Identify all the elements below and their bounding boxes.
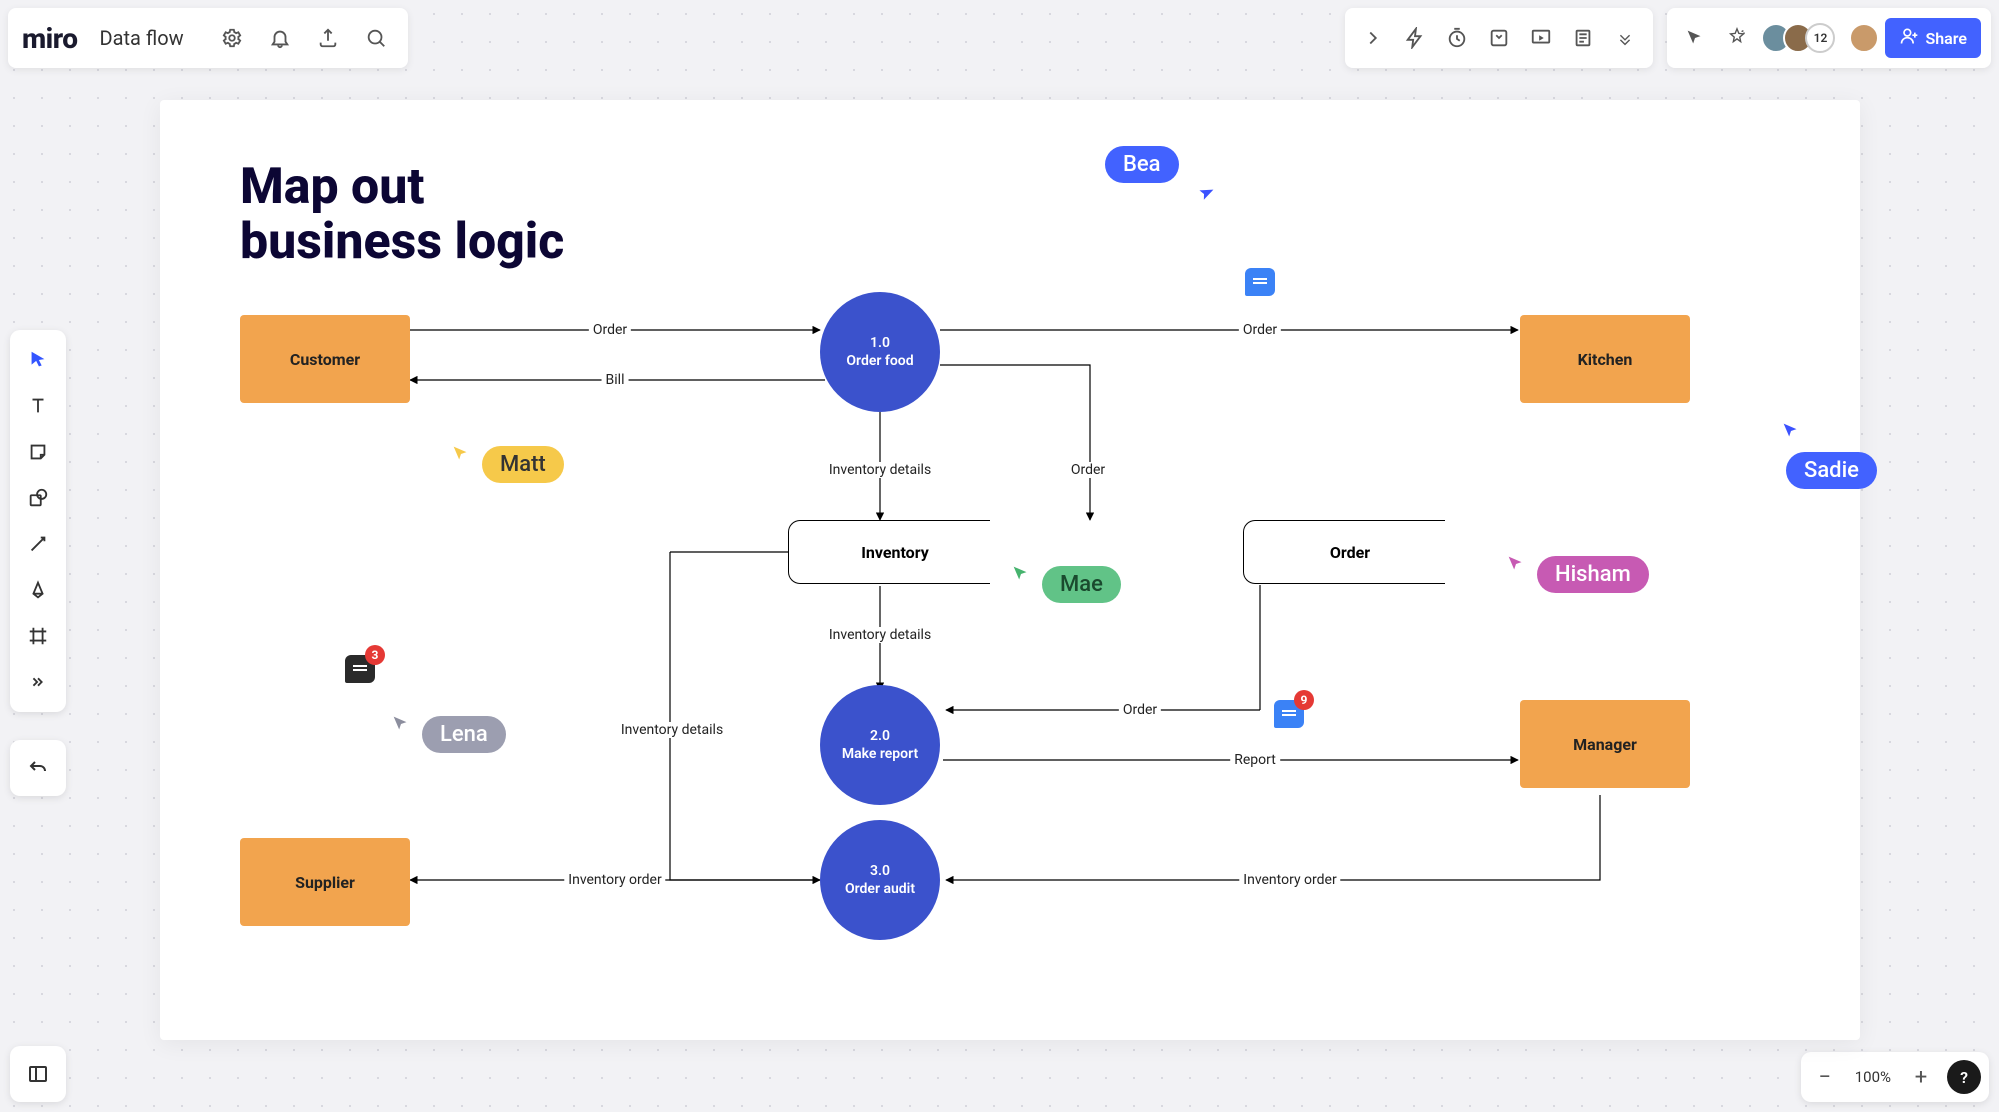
help-button[interactable]: ?	[1947, 1060, 1981, 1094]
shape-tool[interactable]	[18, 478, 58, 518]
process-id: 3.0	[870, 862, 890, 880]
miro-logo[interactable]: miro	[22, 22, 78, 55]
avatar-overflow[interactable]: 12	[1805, 23, 1835, 53]
comment-icon[interactable]: 3	[345, 655, 375, 683]
cursor-mae: Mae	[1010, 560, 1115, 597]
cursor-sadie: Sadie	[1780, 420, 1871, 483]
edge-label: Inventory order	[1239, 872, 1340, 888]
frame-tool[interactable]	[18, 616, 58, 656]
comment-badge: 9	[1294, 690, 1314, 710]
cursor-hisham: Hisham	[1505, 550, 1643, 587]
process-order-food[interactable]: 1.0 Order food	[820, 292, 940, 412]
node-manager[interactable]: Manager	[1520, 700, 1690, 788]
edge-label: Report	[1230, 752, 1280, 768]
sticky-tool[interactable]	[18, 432, 58, 472]
edge-label: Inventory details	[825, 462, 935, 478]
zoom-controls: − 100% + ?	[1801, 1052, 1989, 1102]
reactions-icon[interactable]	[1719, 20, 1755, 56]
edge-label: Inventory details	[617, 722, 727, 738]
board-name-text: Data flow	[100, 26, 184, 50]
edge-label: Order	[589, 322, 631, 338]
avatar-self[interactable]	[1849, 23, 1879, 53]
edge-label: Order	[1067, 462, 1109, 478]
line-tool[interactable]	[18, 524, 58, 564]
select-tool[interactable]	[18, 340, 58, 380]
cursor-label: Hisham	[1537, 556, 1649, 593]
zoom-in[interactable]: +	[1905, 1061, 1937, 1093]
edge-label: Order	[1239, 322, 1281, 338]
edge-label: Bill	[602, 372, 629, 388]
node-customer[interactable]: Customer	[240, 315, 410, 403]
cursor-label: Matt	[482, 446, 564, 483]
canvas-title: Map out business logic	[240, 160, 564, 270]
text-tool[interactable]	[18, 386, 58, 426]
avatar-stack[interactable]: 12	[1761, 23, 1835, 53]
cursor-label: Bea	[1105, 146, 1179, 183]
apps-panel	[1345, 8, 1653, 68]
topbar-left: miro Data flow	[8, 8, 408, 68]
share-button[interactable]: Share	[1885, 18, 1981, 58]
process-id: 2.0	[870, 727, 890, 745]
zoom-out[interactable]: −	[1809, 1061, 1841, 1093]
panel-toggle[interactable]	[10, 1046, 66, 1102]
process-label: Order food	[846, 352, 913, 370]
settings-icon[interactable]	[214, 20, 250, 56]
search-icon[interactable]	[358, 20, 394, 56]
left-toolbar	[10, 330, 66, 712]
pen-tool[interactable]	[18, 570, 58, 610]
node-kitchen[interactable]: Kitchen	[1520, 315, 1690, 403]
process-make-report[interactable]: 2.0 Make report	[820, 685, 940, 805]
cursor-share-icon[interactable]	[1677, 20, 1713, 56]
timer-icon[interactable]	[1439, 20, 1475, 56]
frame-icon[interactable]	[1481, 20, 1517, 56]
comment-icon[interactable]	[1245, 268, 1275, 296]
edge-label: Order	[1119, 702, 1161, 718]
cursor-label: Lena	[422, 716, 506, 753]
more-apps-icon[interactable]	[1607, 20, 1643, 56]
export-icon[interactable]	[310, 20, 346, 56]
process-id: 1.0	[870, 334, 890, 352]
cursor-label: Mae	[1042, 566, 1121, 603]
present-icon[interactable]	[1523, 20, 1559, 56]
zoom-level[interactable]: 100%	[1851, 1068, 1895, 1086]
cursor-matt: Matt	[450, 440, 558, 477]
cursor-bea: Bea	[1125, 150, 1225, 187]
datastore-inventory[interactable]: Inventory	[800, 520, 990, 584]
node-supplier[interactable]: Supplier	[240, 838, 410, 926]
edge-label: Inventory order	[564, 872, 665, 888]
cursor-lena: Lena	[390, 710, 500, 747]
cursor-label: Sadie	[1786, 452, 1877, 489]
bell-icon[interactable]	[262, 20, 298, 56]
edge-label: Inventory details	[825, 627, 935, 643]
process-order-audit[interactable]: 3.0 Order audit	[820, 820, 940, 940]
chevron-right-icon[interactable]	[1355, 20, 1391, 56]
topbar-right: 12 Share	[1345, 8, 1991, 68]
note-icon[interactable]	[1565, 20, 1601, 56]
comment-badge: 3	[365, 645, 385, 665]
share-label: Share	[1925, 29, 1967, 48]
process-label: Order audit	[845, 880, 915, 898]
board-name[interactable]: Data flow	[90, 20, 202, 56]
canvas-frame[interactable]: Map out business logic	[160, 100, 1860, 1040]
bolt-icon[interactable]	[1397, 20, 1433, 56]
process-label: Make report	[842, 745, 918, 763]
comment-icon[interactable]: 9	[1274, 700, 1304, 728]
more-tools[interactable]	[18, 662, 58, 702]
datastore-order[interactable]: Order	[1255, 520, 1445, 584]
collab-panel: 12 Share	[1667, 8, 1991, 68]
undo-button[interactable]	[10, 740, 66, 796]
user-plus-icon	[1899, 26, 1919, 50]
